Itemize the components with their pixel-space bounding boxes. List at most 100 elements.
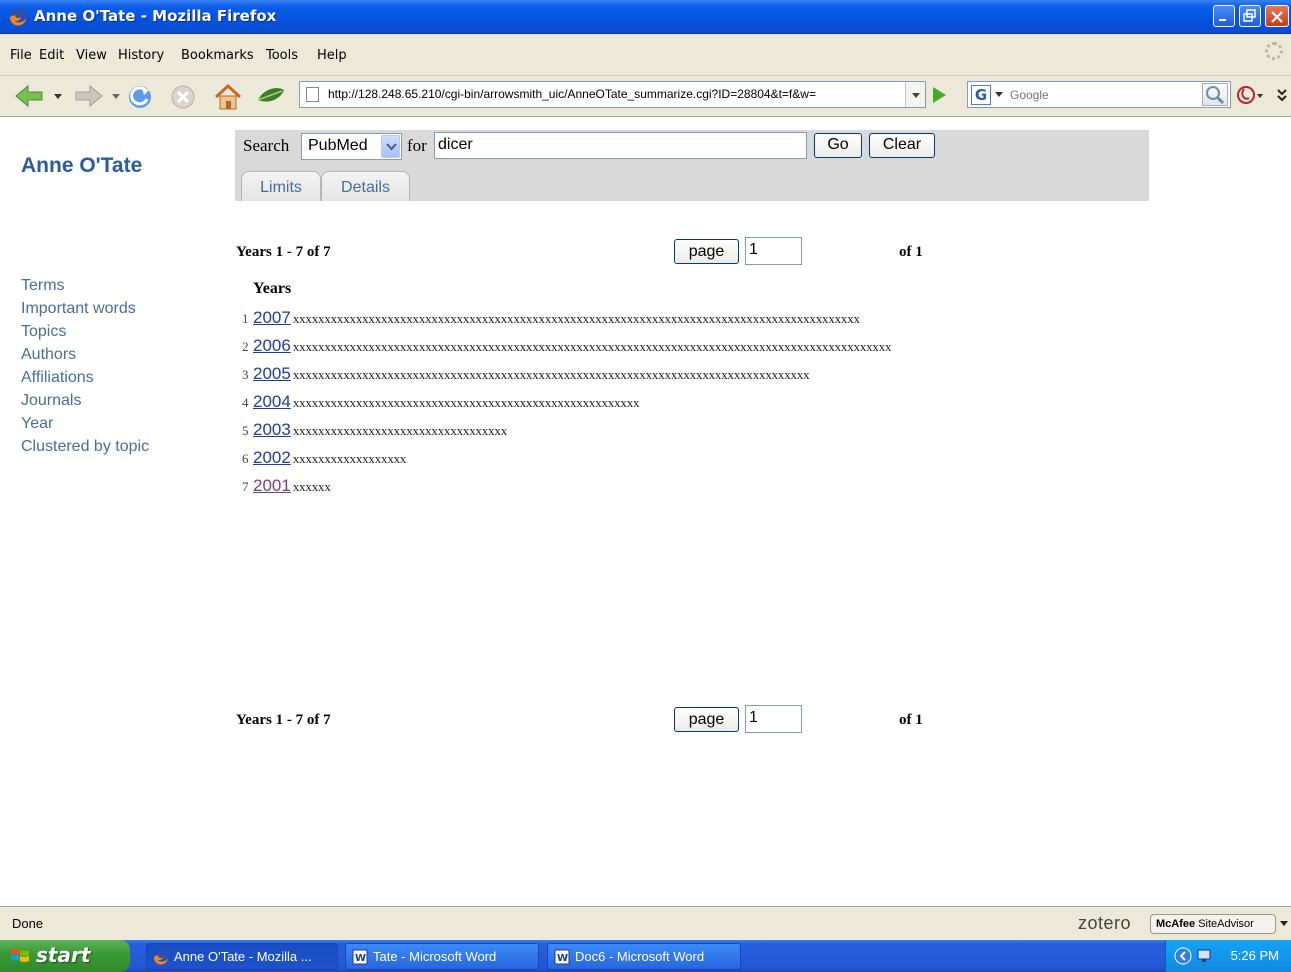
tray-expand-icon[interactable] bbox=[1174, 947, 1192, 965]
url-history-dropdown[interactable] bbox=[905, 82, 925, 107]
tab-details[interactable]: Details bbox=[321, 171, 410, 201]
year-link[interactable]: 2004 bbox=[253, 392, 291, 411]
back-dropdown-icon[interactable] bbox=[52, 82, 64, 110]
firefox-icon bbox=[153, 950, 168, 965]
sidebar-item-important-words[interactable]: Important words bbox=[21, 297, 149, 320]
web-search-input[interactable] bbox=[1010, 86, 1190, 104]
year-link[interactable]: 2003 bbox=[253, 420, 291, 439]
url-bar[interactable]: http://128.248.65.210/cgi-bin/arrowsmith… bbox=[299, 81, 926, 108]
sidebar-item-terms[interactable]: Terms bbox=[21, 274, 149, 297]
chevron-overflow-icon[interactable] bbox=[1276, 84, 1288, 108]
throbber-icon bbox=[1265, 42, 1283, 60]
search-icon bbox=[1206, 86, 1225, 105]
reload-icon[interactable] bbox=[125, 82, 155, 112]
menu-bar: File Edit View History Bookmarks Tools H… bbox=[0, 34, 1291, 76]
menu-edit[interactable]: Edit bbox=[39, 48, 64, 63]
close-icon bbox=[1271, 11, 1283, 23]
navigation-toolbar: http://128.248.65.210/cgi-bin/arrowsmith… bbox=[0, 76, 1291, 117]
sidebar-item-clustered-by-topic[interactable]: Clustered by topic bbox=[21, 435, 149, 458]
status-text: Done bbox=[12, 916, 44, 931]
url-text[interactable]: http://128.248.65.210/cgi-bin/arrowsmith… bbox=[328, 87, 816, 101]
forward-dropdown-icon[interactable] bbox=[110, 82, 122, 110]
page-content: Anne O'Tate Terms Important words Topics… bbox=[0, 117, 1291, 906]
sidebar-item-year[interactable]: Year bbox=[21, 412, 149, 435]
system-tray: 5:26 PM bbox=[1165, 940, 1291, 972]
bookmark-leaf-icon[interactable] bbox=[254, 82, 288, 112]
row-index: 4 bbox=[242, 395, 249, 410]
year-link[interactable]: 2006 bbox=[253, 336, 291, 355]
task-label: Anne O'Tate - Mozilla ... bbox=[174, 949, 312, 964]
search-engine-icon[interactable]: G bbox=[971, 85, 991, 105]
taskbar-item-word-doc6[interactable]: W Doc6 - Microsoft Word bbox=[547, 943, 741, 970]
database-select[interactable]: PubMed bbox=[301, 133, 402, 160]
sidebar-item-authors[interactable]: Authors bbox=[21, 343, 149, 366]
page-button[interactable]: page bbox=[674, 707, 739, 732]
window-titlebar: Anne O'Tate - Mozilla Firefox bbox=[0, 0, 1291, 34]
sidebar-item-journals[interactable]: Journals bbox=[21, 389, 149, 412]
clock[interactable]: 5:26 PM bbox=[1231, 948, 1279, 963]
page-icon bbox=[306, 87, 319, 102]
search-button[interactable] bbox=[1202, 83, 1228, 106]
page-button[interactable]: page bbox=[674, 239, 739, 264]
search-panel: Search PubMed for dicer Go Clear Limits … bbox=[235, 130, 1149, 201]
menu-tools[interactable]: Tools bbox=[266, 48, 298, 63]
row-index: 2 bbox=[242, 339, 249, 354]
menu-file[interactable]: File bbox=[10, 48, 32, 63]
restore-icon bbox=[1243, 9, 1256, 22]
page-total: of 1 bbox=[899, 244, 923, 260]
page-number-input[interactable]: 1 bbox=[745, 237, 802, 265]
go-button[interactable]: Go bbox=[814, 133, 862, 158]
sidebar-item-topics[interactable]: Topics bbox=[21, 320, 149, 343]
close-button[interactable] bbox=[1265, 5, 1289, 27]
start-button[interactable]: start bbox=[0, 940, 130, 972]
taskbar-item-firefox[interactable]: Anne O'Tate - Mozilla ... bbox=[146, 943, 338, 970]
tab-limits[interactable]: Limits bbox=[241, 171, 321, 201]
web-search-box[interactable]: G bbox=[967, 81, 1231, 108]
list-item: 6 2002 xxxxxxxxxxxxxxxxxx bbox=[242, 444, 891, 472]
list-item: 3 2005 xxxxxxxxxxxxxxxxxxxxxxxxxxxxxxxxxxx… bbox=[242, 360, 891, 388]
svg-text:W: W bbox=[557, 953, 568, 964]
home-icon[interactable] bbox=[212, 82, 244, 112]
search-query-input[interactable]: dicer bbox=[434, 132, 807, 159]
year-histogram-bar: xxxxxxxxxxxxxxxxxxxxxxxxxxxxxxxxxxxxxxxx… bbox=[292, 395, 640, 410]
opera-style-icon[interactable] bbox=[1236, 84, 1266, 108]
results-count: Years 1 - 7 of 7 bbox=[236, 712, 331, 728]
menu-view[interactable]: View bbox=[76, 48, 107, 63]
maximize-button[interactable] bbox=[1239, 5, 1261, 27]
taskbar-item-word-tate[interactable]: W Tate - Microsoft Word bbox=[345, 943, 539, 970]
menu-bookmarks[interactable]: Bookmarks bbox=[181, 48, 254, 63]
minimize-button[interactable] bbox=[1213, 5, 1235, 27]
year-histogram-bar: xxxxxxxxxxxxxxxxxxxxxxxxxxxxxxxxxxxxxxxx… bbox=[292, 311, 860, 326]
status-bar: Done zotero McAfee SiteAdvisor bbox=[0, 906, 1291, 940]
menu-history[interactable]: History bbox=[118, 48, 164, 63]
list-item: 1 2007 xxxxxxxxxxxxxxxxxxxxxxxxxxxxxxxxxxx… bbox=[242, 304, 891, 332]
select-arrow[interactable] bbox=[381, 135, 400, 158]
years-list: 1 2007 xxxxxxxxxxxxxxxxxxxxxxxxxxxxxxxxxxx… bbox=[242, 304, 892, 500]
year-link[interactable]: 2001 bbox=[253, 476, 291, 495]
back-icon[interactable] bbox=[12, 82, 48, 110]
stop-icon[interactable] bbox=[168, 82, 198, 112]
engine-dropdown-icon[interactable] bbox=[995, 92, 1003, 97]
word-icon: W bbox=[352, 949, 368, 965]
chevron-down-icon bbox=[912, 93, 920, 98]
svg-text:W: W bbox=[355, 953, 366, 964]
menu-help[interactable]: Help bbox=[317, 48, 347, 63]
chevron-down-icon[interactable] bbox=[1280, 921, 1289, 927]
year-histogram-bar: xxxxxx bbox=[292, 479, 331, 494]
forward-icon[interactable] bbox=[70, 82, 106, 110]
page-number-input[interactable]: 1 bbox=[745, 705, 802, 733]
year-histogram-bar: xxxxxxxxxxxxxxxxxx bbox=[292, 451, 407, 466]
year-link[interactable]: 2007 bbox=[253, 308, 291, 327]
database-select-value: PubMed bbox=[308, 137, 368, 154]
network-icon[interactable] bbox=[1196, 947, 1214, 965]
year-link[interactable]: 2002 bbox=[253, 448, 291, 467]
year-link[interactable]: 2005 bbox=[253, 364, 291, 383]
sidebar-item-affiliations[interactable]: Affiliations bbox=[21, 366, 149, 389]
clear-button[interactable]: Clear bbox=[869, 133, 935, 158]
list-item: 7 2001 xxxxxx bbox=[242, 472, 891, 500]
site-brand[interactable]: Anne O'Tate bbox=[21, 154, 142, 178]
mcafee-siteadvisor-button[interactable]: McAfee SiteAdvisor bbox=[1150, 914, 1276, 934]
go-arrow-icon[interactable] bbox=[929, 84, 949, 106]
mcafee-label: SiteAdvisor bbox=[1198, 918, 1254, 930]
zotero-button[interactable]: zotero bbox=[1078, 913, 1131, 934]
